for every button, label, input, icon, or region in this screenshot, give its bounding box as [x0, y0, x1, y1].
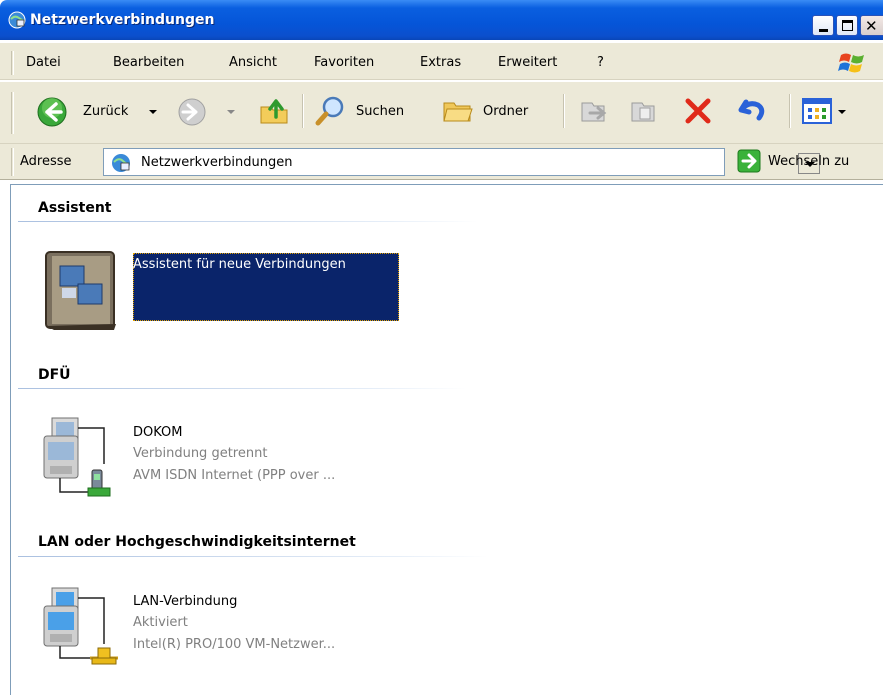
- up-folder-icon: [260, 99, 288, 124]
- wizard-icon[interactable]: [44, 248, 122, 332]
- lan-connection-icon[interactable]: [42, 586, 122, 668]
- menu-datei[interactable]: Datei: [26, 55, 61, 70]
- toolbar-separator: [302, 94, 304, 128]
- back-dropdown-icon[interactable]: [149, 110, 157, 114]
- search-icon: [315, 96, 344, 126]
- dialup-connection-icon[interactable]: [42, 416, 122, 500]
- undo-button[interactable]: [734, 93, 774, 129]
- group-header-assistent: Assistent: [38, 200, 112, 216]
- group-divider: [18, 556, 488, 557]
- forward-button[interactable]: [172, 93, 235, 129]
- title-bar[interactable]: Netzwerkverbindungen ✕: [0, 0, 883, 40]
- group-divider: [18, 221, 478, 222]
- network-connections-icon: [8, 11, 26, 29]
- maximize-button[interactable]: [836, 15, 858, 36]
- standard-toolbar: Zurück Suchen Ordner: [0, 82, 883, 144]
- toolbar-separator: [563, 94, 565, 128]
- toolbar-grip[interactable]: [11, 92, 14, 134]
- item-device-lan: Intel(R) PRO/100 VM-Netzwer...: [133, 637, 336, 652]
- search-button[interactable]: Suchen: [312, 93, 427, 129]
- item-status-lan: Aktiviert: [133, 615, 188, 630]
- menu-help[interactable]: ?: [597, 55, 604, 70]
- address-label: Adresse: [20, 154, 72, 169]
- copy-to-icon: [631, 102, 655, 122]
- move-to-icon: [581, 102, 607, 122]
- search-label: Suchen: [356, 104, 405, 119]
- menu-bar-grip[interactable]: [11, 51, 14, 75]
- windows-logo-icon: [838, 53, 864, 73]
- undo-icon: [738, 99, 765, 121]
- folder-icon: [443, 102, 473, 122]
- views-dropdown-icon[interactable]: [838, 110, 846, 114]
- views-icon: [802, 98, 832, 124]
- menu-erweitert[interactable]: Erweitert: [498, 55, 557, 70]
- close-icon: ✕: [865, 17, 878, 35]
- group-header-dfue: DFÜ: [38, 367, 71, 383]
- back-arrow-icon: [37, 97, 67, 127]
- menu-bar: Datei Bearbeiten Ansicht Favoriten Extra…: [0, 43, 883, 80]
- item-status-dokom: Verbindung getrennt: [133, 446, 268, 461]
- menu-ansicht[interactable]: Ansicht: [229, 55, 277, 70]
- close-button[interactable]: ✕: [860, 15, 883, 36]
- window-title: Netzwerkverbindungen: [30, 12, 215, 28]
- menu-favoriten[interactable]: Favoriten: [314, 55, 374, 70]
- address-bar: Adresse Netzwerkverbindungen Wechseln zu: [0, 144, 883, 180]
- up-button[interactable]: [254, 93, 294, 129]
- item-name-dokom[interactable]: DOKOM: [133, 425, 183, 440]
- group-divider: [18, 388, 466, 389]
- item-name-wizard[interactable]: Assistent für neue Verbindungen: [133, 257, 346, 272]
- minimize-button[interactable]: [812, 15, 834, 36]
- move-to-button[interactable]: [576, 93, 612, 129]
- address-field[interactable]: Netzwerkverbindungen: [103, 148, 820, 176]
- menu-bearbeiten[interactable]: Bearbeiten: [113, 55, 184, 70]
- folders-button[interactable]: Ordner: [440, 93, 552, 129]
- group-header-lan: LAN oder Hochgeschwindigkeitsinternet: [38, 534, 356, 550]
- item-name-lan[interactable]: LAN-Verbindung: [133, 594, 237, 609]
- toolbar-separator: [789, 94, 791, 128]
- network-connections-icon: [112, 154, 130, 172]
- maximize-icon: [842, 20, 853, 31]
- minimize-icon: [819, 29, 828, 32]
- back-button[interactable]: Zurück: [22, 93, 157, 129]
- forward-arrow-icon: [178, 98, 206, 126]
- address-bar-grip[interactable]: [11, 148, 14, 176]
- go-label[interactable]: Wechseln zu: [768, 154, 849, 169]
- item-device-dokom: AVM ISDN Internet (PPP over ...: [133, 468, 336, 483]
- folders-label: Ordner: [483, 104, 529, 119]
- menu-extras[interactable]: Extras: [420, 55, 461, 70]
- copy-to-button[interactable]: [626, 93, 662, 129]
- go-arrow-icon[interactable]: [737, 149, 761, 173]
- delete-icon: [685, 98, 711, 124]
- views-button[interactable]: [798, 93, 858, 129]
- delete-button[interactable]: [680, 93, 716, 129]
- address-value: Netzwerkverbindungen: [141, 155, 293, 170]
- back-label: Zurück: [83, 104, 129, 119]
- forward-dropdown-icon[interactable]: [227, 110, 235, 114]
